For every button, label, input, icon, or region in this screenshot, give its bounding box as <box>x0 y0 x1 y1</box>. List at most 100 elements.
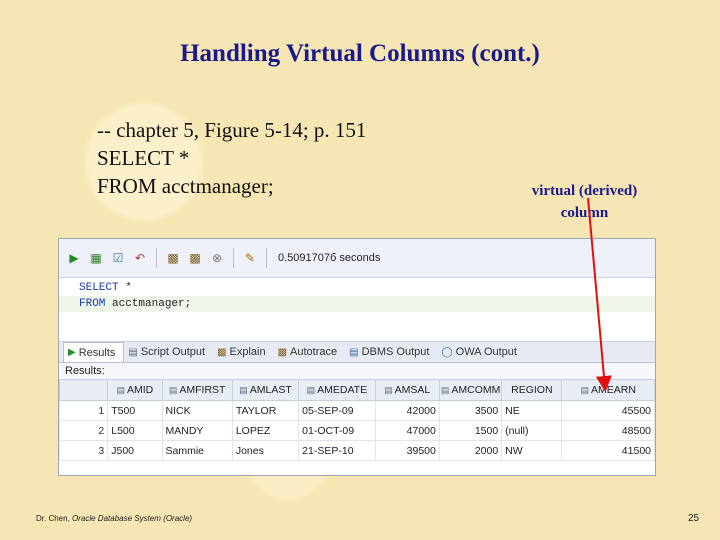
sql-editor[interactable]: SELECT * FROM acctmanager; <box>59 278 655 342</box>
page-number: 25 <box>688 513 700 524</box>
row-number: 2 <box>59 420 109 441</box>
cell-amedate[interactable]: 05-SEP-09 <box>298 400 376 421</box>
cell-amfirst[interactable]: Sammie <box>161 440 233 461</box>
column-type-icon: ▤ <box>440 385 450 395</box>
cell-amearn[interactable]: 48500 <box>561 420 655 441</box>
column-type-icon: ▤ <box>168 385 178 395</box>
callout-line-1: virtual (derived) <box>531 183 638 199</box>
cell-amlast[interactable]: TAYLOR <box>231 400 300 421</box>
clear-icon[interactable]: ✎ <box>241 249 259 267</box>
column-name: AMEDATE <box>317 384 368 396</box>
editor-line-1: SELECT * <box>59 280 655 296</box>
code-comment-line: -- chapter 5, Figure 5-14; p. 151 <box>97 118 367 142</box>
tab-label: Script Output <box>140 346 206 358</box>
tab-label: DBMS Output <box>361 346 430 358</box>
cell-region[interactable]: NE <box>501 400 563 421</box>
column-type-icon: ▤ <box>239 385 248 395</box>
cell-amedate[interactable]: 01-OCT-09 <box>298 420 376 441</box>
cell-amlast[interactable]: Jones <box>231 440 300 461</box>
column-name: AMLAST <box>249 384 292 396</box>
toolbar-divider <box>156 248 157 268</box>
slide-footer: Dr. Chen, Oracle Database System (Oracle… <box>36 514 192 523</box>
footer-course: Oracle Database System (Oracle) <box>72 514 193 523</box>
column-header-amcomm[interactable]: ▤ AMCOMM <box>438 379 503 401</box>
cell-amcomm[interactable]: 2000 <box>438 440 503 461</box>
table-row[interactable]: 3 J500 Sammie Jones 21-SEP-10 39500 2000… <box>59 440 655 461</box>
column-header-amsal[interactable]: ▤ AMSAL <box>374 379 440 401</box>
column-type-icon: ▤ <box>116 385 125 395</box>
cell-amid[interactable]: J500 <box>107 440 163 461</box>
script-output-icon: ▤ <box>128 346 138 358</box>
run-script-icon[interactable]: ▦ <box>87 249 105 267</box>
cell-amfirst[interactable]: NICK <box>161 400 233 421</box>
cell-region[interactable]: (null) <box>501 420 563 441</box>
toolbar-divider <box>266 248 267 268</box>
cell-amlast[interactable]: LOPEZ <box>231 420 300 441</box>
row-number-header <box>59 379 109 401</box>
explain-tab-icon: ▩ <box>217 346 227 358</box>
cell-amcomm[interactable]: 1500 <box>438 420 503 441</box>
column-header-amid[interactable]: ▤ AMID <box>107 379 163 401</box>
sql-developer-screenshot: ▶ ▦ ☑ ↶ ▩ ▩ ⊗ ✎ 0.5091707б seconds SELEC… <box>58 238 656 476</box>
explain-icon[interactable]: ▩ <box>186 249 204 267</box>
table-row[interactable]: 1 T500 NICK TAYLOR 05-SEP-09 42000 3500 … <box>59 400 655 421</box>
tab-label: Autotrace <box>290 346 338 358</box>
cell-amsal[interactable]: 47000 <box>374 420 440 441</box>
column-type-icon: ▤ <box>306 385 316 395</box>
owa-output-icon: ◯ <box>441 346 453 358</box>
tab-autotrace[interactable]: ▩ Autotrace <box>274 343 346 361</box>
column-header-amfirst[interactable]: ▤ AMFIRST <box>161 379 233 401</box>
column-header-amearn[interactable]: ▤ AMEARN <box>561 379 655 401</box>
database-icon[interactable]: ▩ <box>164 249 182 267</box>
column-header-region[interactable]: REGION <box>501 379 563 401</box>
tab-label: Explain <box>229 346 266 358</box>
cell-amid[interactable]: T500 <box>107 400 163 421</box>
cell-amsal[interactable]: 42000 <box>374 400 440 421</box>
tab-dbms-output[interactable]: ▤ DBMS Output <box>345 343 437 361</box>
column-type-icon: ▤ <box>384 385 393 395</box>
tab-results[interactable]: ▶ Results <box>63 342 125 362</box>
code-block: -- chapter 5, Figure 5-14; p. 151 SELECT… <box>97 116 366 200</box>
cell-amfirst[interactable]: MANDY <box>161 420 233 441</box>
worksheet-toolbar: ▶ ▦ ☑ ↶ ▩ ▩ ⊗ ✎ 0.5091707б seconds <box>59 239 655 278</box>
dbms-output-icon: ▤ <box>349 346 359 358</box>
execution-timing: 0.5091707б seconds <box>278 252 381 264</box>
cell-region[interactable]: NW <box>501 440 563 461</box>
cancel-icon[interactable]: ⊗ <box>208 249 226 267</box>
editor-line-2: FROM acctmanager; <box>59 296 655 312</box>
column-header-amlast[interactable]: ▤ AMLAST <box>231 379 300 401</box>
tab-explain[interactable]: ▩ Explain <box>213 343 274 361</box>
tab-owa-output[interactable]: ◯ OWA Output <box>437 343 525 361</box>
sql-keyword: SELECT <box>79 282 119 294</box>
results-tab-icon: ▶ <box>68 347 76 358</box>
row-number: 3 <box>59 440 109 461</box>
slide-title: Handling Virtual Columns (cont.) <box>180 40 540 67</box>
header-row: ▤ AMID ▤ AMFIRST ▤ AMLAST ▤ AMEDATE ▤ AMSAL ▤… <box>59 379 655 401</box>
tab-script-output[interactable]: ▤ Script Output <box>124 343 213 361</box>
cell-amedate[interactable]: 21-SEP-10 <box>298 440 376 461</box>
commit-icon[interactable]: ☑ <box>109 249 127 267</box>
cell-amearn[interactable]: 41500 <box>561 440 655 461</box>
column-type-icon: ▤ <box>580 385 590 395</box>
rollback-icon[interactable]: ↶ <box>131 249 149 267</box>
results-grid: ▤ AMID ▤ AMFIRST ▤ AMLAST ▤ AMEDATE ▤ AMSAL ▤… <box>59 379 655 461</box>
tab-label: Results <box>78 346 116 359</box>
tab-label: OWA Output <box>455 346 517 358</box>
code-select-line: SELECT * <box>97 146 190 170</box>
output-tabs: ▶ Results ▤ Script Output ▩ Explain ▩ Autotr… <box>59 342 655 363</box>
column-name: AMID <box>127 384 154 396</box>
column-name: REGION <box>511 384 553 396</box>
column-header-amedate[interactable]: ▤ AMEDATE <box>298 379 376 401</box>
cell-amsal[interactable]: 39500 <box>374 440 440 461</box>
cell-amearn[interactable]: 45500 <box>561 400 655 421</box>
cell-amid[interactable]: L500 <box>107 420 163 441</box>
footer-author: Dr. Chen, <box>36 514 73 523</box>
autotrace-icon: ▩ <box>277 346 288 358</box>
table-row[interactable]: 2 L500 MANDY LOPEZ 01-OCT-09 47000 1500 … <box>59 420 655 441</box>
cell-amcomm[interactable]: 3500 <box>438 400 503 421</box>
run-icon[interactable]: ▶ <box>65 249 83 267</box>
column-name: AMEARN <box>591 384 636 396</box>
sql-text: * <box>118 282 132 294</box>
toolbar-divider <box>233 248 234 268</box>
code-from-line: FROM acctmanager; <box>97 174 274 198</box>
